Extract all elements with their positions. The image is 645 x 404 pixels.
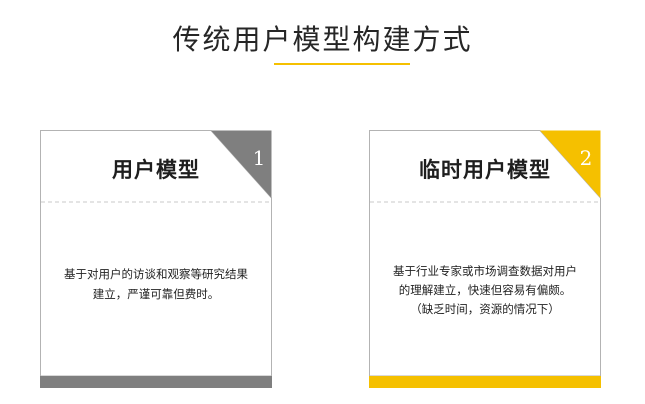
title-underline [274, 63, 410, 65]
description-line: （缺乏时间，资源的情况下） [410, 302, 560, 316]
description-line: 建立，严谨可靠但费时。 [92, 287, 220, 301]
card-description: 基于对用户的访谈和观察等研究结果 建立，严谨可靠但费时。 [48, 264, 264, 304]
card-bottom-bar [40, 376, 272, 388]
description-line: 基于行业专家或市场调查数据对用户 [393, 264, 577, 278]
description-line: 基于对用户的访谈和观察等研究结果 [64, 267, 248, 281]
card-description: 基于行业专家或市场调查数据对用户 的理解建立，快速但容易有偏颇。 （缺乏时间，资… [377, 262, 593, 319]
card-user-model: 1 用户模型 基于对用户的访谈和观察等研究结果 建立，严谨可靠但费时。 [40, 130, 272, 388]
card-title: 用户模型 [112, 158, 200, 182]
card-temporary-user-model: 2 临时用户模型 基于行业专家或市场调查数据对用户 的理解建立，快速但容易有偏颇… [369, 130, 601, 388]
card-title: 临时用户模型 [419, 158, 551, 182]
description-line: 的理解建立，快速但容易有偏颇。 [398, 283, 572, 297]
page-title: 传统用户模型构建方式 [172, 23, 473, 56]
card-bottom-bar [369, 376, 601, 388]
